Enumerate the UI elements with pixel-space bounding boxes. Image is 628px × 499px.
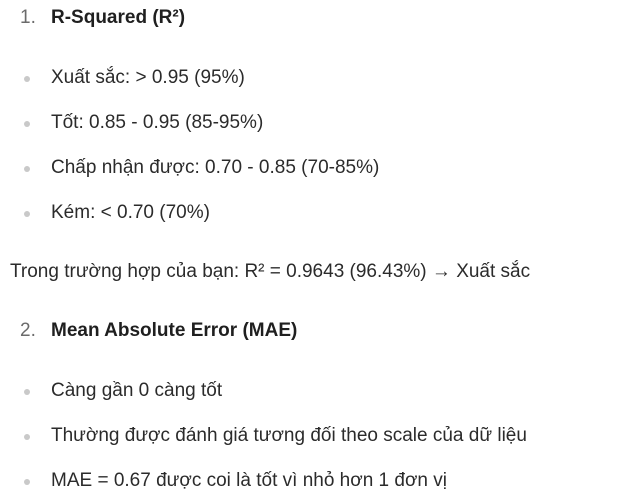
list-item-text: MAE = 0.67 được coi là tốt vì nhỏ hơn 1 … — [51, 470, 447, 491]
list-item-text: Kém: < 0.70 (70%) — [51, 202, 210, 223]
section-2-title: Mean Absolute Error (MAE) — [51, 320, 298, 341]
bullet-icon — [24, 166, 30, 172]
list-item-text: Tốt: 0.85 - 0.95 (85-95%) — [51, 112, 264, 133]
section-1-title: R-Squared (R²) — [51, 7, 186, 28]
list-item-text: Chấp nhận được: 0.70 - 0.85 (70-85%) — [51, 157, 380, 178]
bullet-icon — [24, 479, 30, 485]
bullet-icon — [24, 434, 30, 440]
bullet-icon — [24, 76, 30, 82]
bullet-icon — [24, 121, 30, 127]
section-2-number: 2. — [20, 320, 36, 341]
result-text: Trong trường hợp của bạn: R² = 0.9643 (9… — [10, 261, 531, 282]
list-item-text: Xuất sắc: > 0.95 (95%) — [51, 67, 245, 88]
bullet-icon — [24, 389, 30, 395]
list-item-text: Thường được đánh giá tương đối theo scal… — [51, 425, 527, 446]
list-item-text: Càng gần 0 càng tốt — [51, 380, 223, 401]
section-1-number: 1. — [20, 7, 36, 28]
bullet-icon — [24, 211, 30, 217]
